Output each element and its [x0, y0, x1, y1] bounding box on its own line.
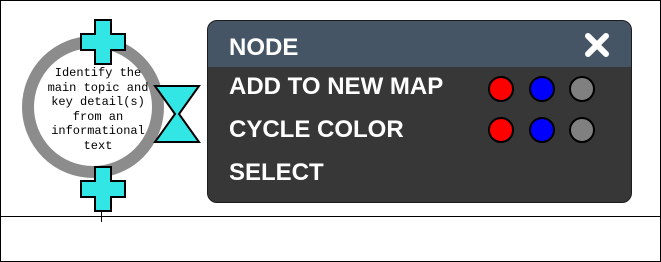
node-text-line: from an [72, 109, 124, 124]
cycle-blue-color-swatch[interactable] [529, 117, 555, 143]
frame-divider [0, 216, 661, 217]
node-text-line: Identify the [54, 66, 142, 80]
add-node-top-icon[interactable] [80, 19, 126, 65]
add-blue-color-swatch[interactable] [529, 76, 555, 102]
node-text-line: key detail(s) [51, 95, 145, 109]
resize-handle-icon[interactable] [153, 84, 201, 144]
node-text-line: text [83, 138, 113, 153]
node-context-menu: NODE ADD TO NEW MAP CYCLE COLOR SELECT [207, 20, 632, 203]
node-text: Identify the main topic and key detail(s… [36, 66, 160, 153]
menu-item-select[interactable]: SELECT [229, 160, 324, 186]
node-text-line: main topic and [47, 80, 149, 95]
menu-item-add-to-new-map[interactable]: ADD TO NEW MAP [229, 74, 443, 100]
cycle-red-color-swatch[interactable] [488, 117, 514, 143]
add-gray-color-swatch[interactable] [569, 76, 595, 102]
close-icon[interactable] [584, 32, 610, 58]
menu-item-cycle-color[interactable]: CYCLE COLOR [229, 117, 404, 143]
add-red-color-swatch[interactable] [488, 76, 514, 102]
menu-title: NODE [229, 34, 299, 61]
add-node-bottom-icon[interactable] [80, 166, 126, 212]
node-text-line: informational [51, 124, 145, 138]
cycle-gray-color-swatch[interactable] [569, 117, 595, 143]
